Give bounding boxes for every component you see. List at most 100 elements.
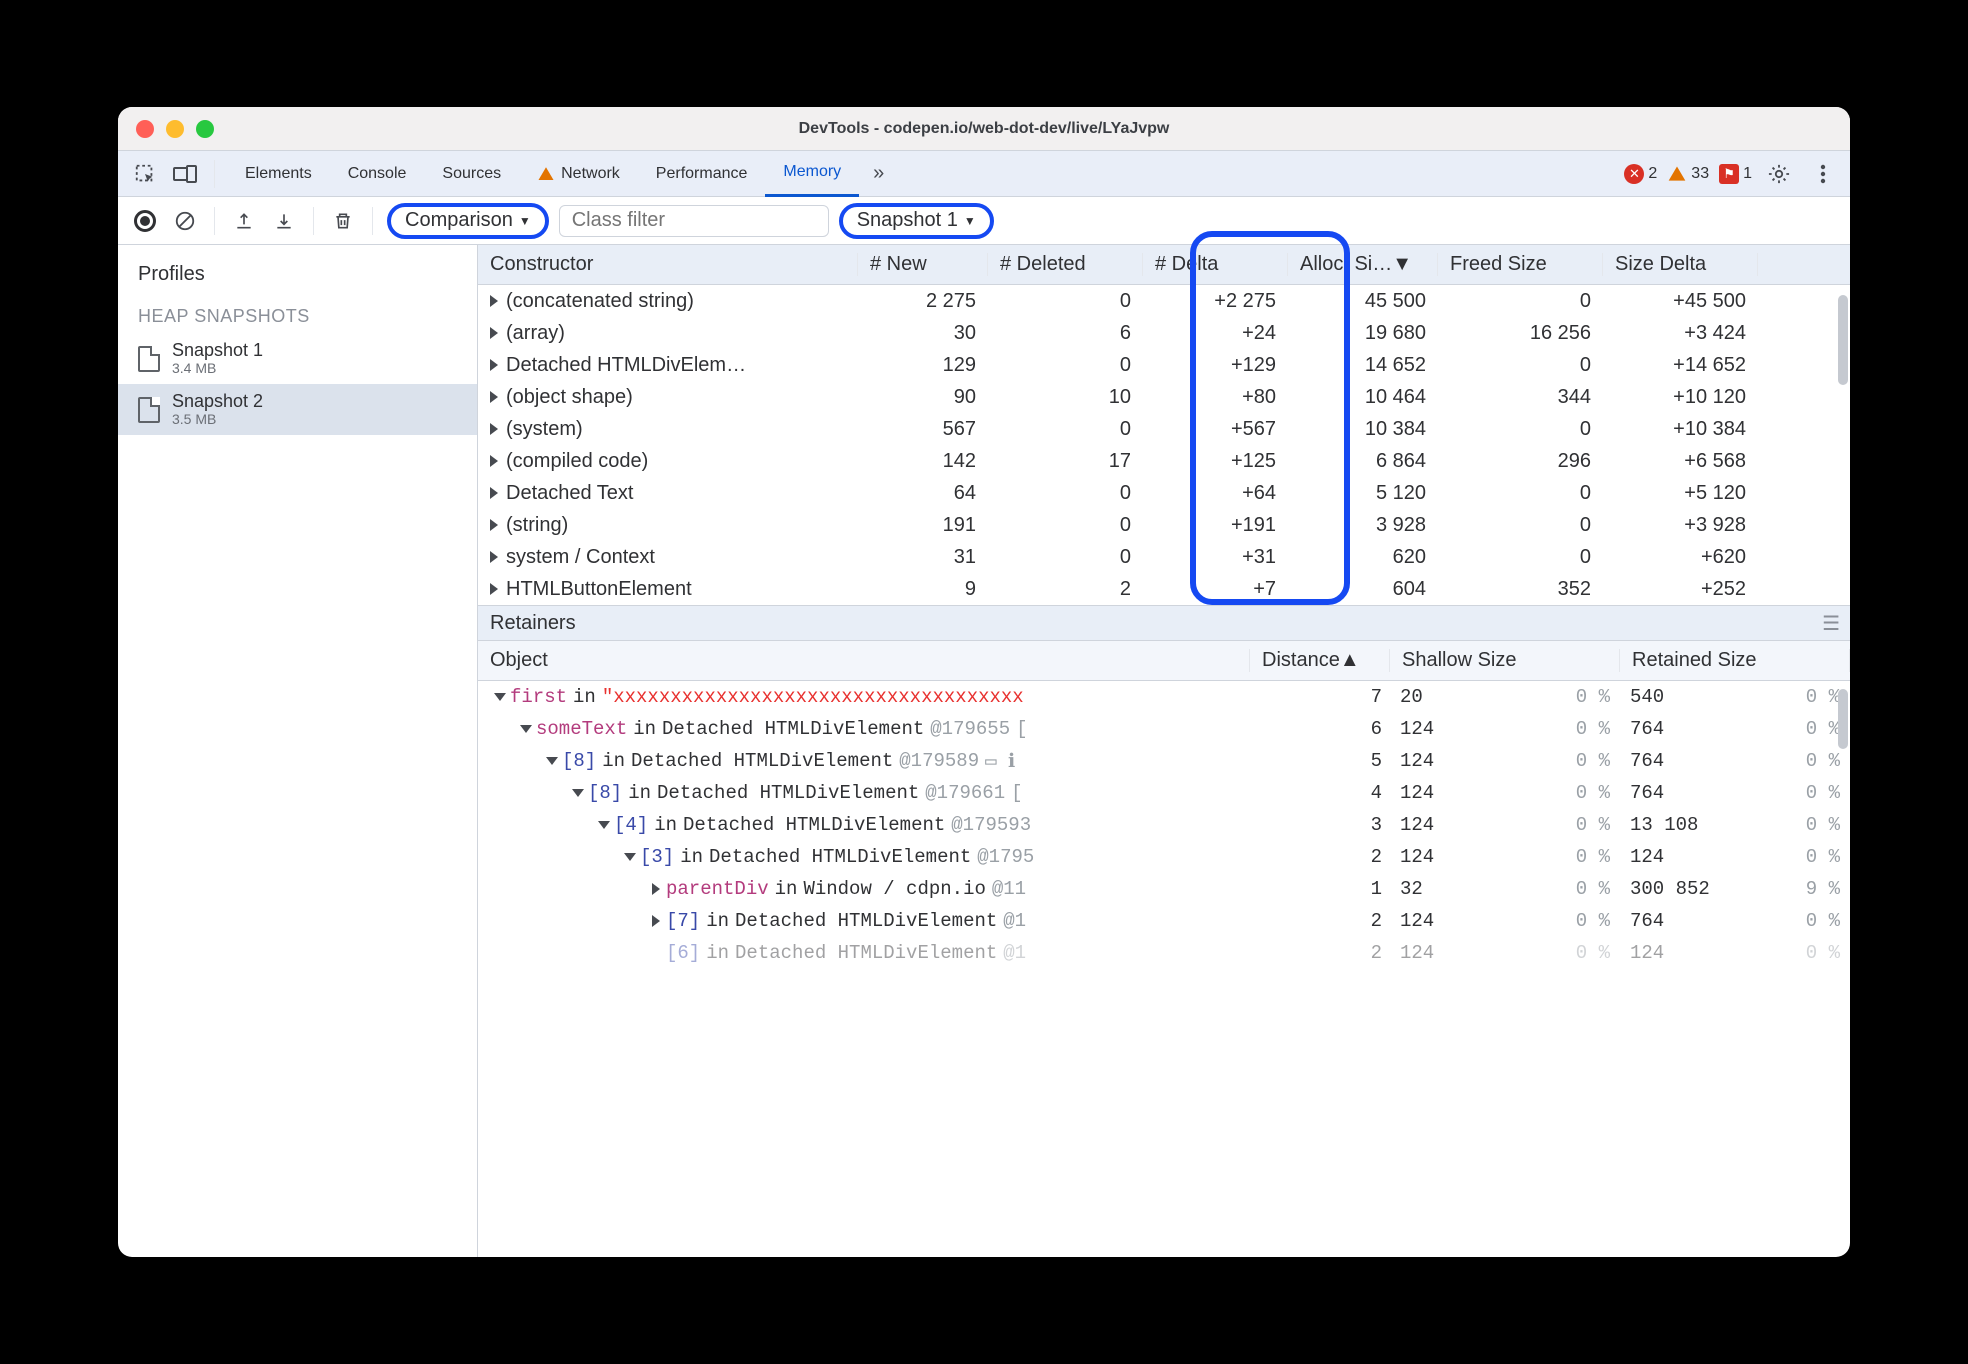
tab-network[interactable]: Network	[519, 151, 638, 197]
diff-row[interactable]: (array)306+2419 68016 256+3 424	[478, 317, 1850, 349]
settings-icon[interactable]	[1762, 157, 1796, 191]
retainers-header-row: ObjectDistance▲Shallow SizeRetained Size	[478, 641, 1850, 681]
warnings-badge[interactable]: 33	[1667, 164, 1709, 184]
devtools-tabs: ElementsConsoleSourcesNetworkPerformance…	[118, 151, 1850, 197]
diff-col-header[interactable]: # New	[858, 253, 988, 276]
hamburger-icon[interactable]: ☰	[1822, 611, 1840, 636]
retainer-row[interactable]: [7] in Detached HTMLDivElement @121240 %…	[478, 905, 1850, 937]
diff-row[interactable]: (compiled code)14217+1256 864296+6 568	[478, 445, 1850, 477]
diff-row[interactable]: (concatenated string)2 2750+2 27545 5000…	[478, 285, 1850, 317]
tab-sources[interactable]: Sources	[424, 151, 519, 197]
sidebar-title: Profiles	[118, 257, 477, 292]
retainer-row[interactable]: [3] in Detached HTMLDivElement @17952124…	[478, 841, 1850, 873]
status-area: ✕ 2 33 ⚑ 1	[1624, 157, 1840, 191]
retainer-row[interactable]: first in "xxxxxxxxxxxxxxxxxxxxxxxxxxxxxx…	[478, 681, 1850, 713]
errors-badge[interactable]: ✕ 2	[1624, 164, 1657, 184]
inspect-icon[interactable]	[128, 157, 162, 191]
retainer-row[interactable]: [8] in Detached HTMLDivElement @179661 […	[478, 777, 1850, 809]
device-toolbar-icon[interactable]	[168, 157, 202, 191]
retainers-col-header[interactable]: Distance▲	[1250, 649, 1390, 672]
sidebar-section: HEAP SNAPSHOTS	[118, 292, 477, 333]
diff-col-header[interactable]: Constructor	[478, 253, 858, 276]
diff-col-header[interactable]: Alloc. Si…▼	[1288, 253, 1438, 276]
chevron-down-icon: ▼	[519, 214, 531, 228]
expand-icon[interactable]	[490, 519, 498, 531]
retainer-row[interactable]: [8] in Detached HTMLDivElement @179589 ▭…	[478, 745, 1850, 777]
retainer-row[interactable]: [6] in Detached HTMLDivElement @121240 %…	[478, 937, 1850, 969]
tab-elements[interactable]: Elements	[227, 151, 330, 197]
expand-icon[interactable]	[490, 423, 498, 435]
record-icon[interactable]	[130, 206, 160, 236]
expand-icon[interactable]	[490, 295, 498, 307]
diff-col-header[interactable]: # Delta	[1143, 253, 1288, 276]
diff-row[interactable]: Detached HTMLDivElem…1290+12914 6520+14 …	[478, 349, 1850, 381]
expand-icon[interactable]	[490, 551, 498, 563]
expand-icon[interactable]	[652, 915, 660, 927]
class-filter-input[interactable]	[559, 205, 829, 237]
expand-icon[interactable]	[490, 583, 498, 595]
scrollbar-vertical[interactable]	[1838, 295, 1848, 385]
retainers-panel: ObjectDistance▲Shallow SizeRetained Size…	[478, 641, 1850, 1257]
issue-icon: ⚑	[1719, 164, 1739, 184]
profiles-sidebar: Profiles HEAP SNAPSHOTS Snapshot 13.4 MB…	[118, 245, 478, 1257]
devtools-window: DevTools - codepen.io/web-dot-dev/live/L…	[118, 107, 1850, 1257]
separator	[214, 207, 215, 235]
snapshot-file-icon	[138, 346, 160, 372]
retainer-row[interactable]: [4] in Detached HTMLDivElement @17959331…	[478, 809, 1850, 841]
diff-row[interactable]: HTMLButtonElement92+7604352+252	[478, 573, 1850, 605]
issues-badge[interactable]: ⚑ 1	[1719, 164, 1752, 184]
diff-col-header[interactable]: # Deleted	[988, 253, 1143, 276]
retainers-col-header[interactable]: Retained Size	[1620, 649, 1850, 672]
tab-memory[interactable]: Memory	[765, 151, 859, 197]
retainer-row[interactable]: someText in Detached HTMLDivElement @179…	[478, 713, 1850, 745]
expand-icon[interactable]	[490, 327, 498, 339]
compare-to-select[interactable]: Snapshot 1 ▼	[839, 203, 994, 239]
tab-performance[interactable]: Performance	[638, 151, 766, 197]
tab-console[interactable]: Console	[330, 151, 425, 197]
view-select[interactable]: Comparison ▼	[387, 203, 549, 239]
diff-col-header[interactable]: Size Delta	[1603, 253, 1758, 276]
collect-garbage-icon[interactable]	[328, 206, 358, 236]
expand-icon[interactable]	[624, 853, 636, 861]
diff-col-header[interactable]: Freed Size	[1438, 253, 1603, 276]
expand-icon[interactable]	[490, 359, 498, 371]
clear-icon[interactable]	[170, 206, 200, 236]
expand-icon[interactable]	[490, 455, 498, 467]
warning-icon	[537, 165, 555, 183]
titlebar: DevTools - codepen.io/web-dot-dev/live/L…	[118, 107, 1850, 151]
retainer-row[interactable]: parentDiv in Window / cdpn.io @111320 %3…	[478, 873, 1850, 905]
diff-row[interactable]: system / Context310+316200+620	[478, 541, 1850, 573]
expand-icon[interactable]	[520, 725, 532, 733]
expand-icon[interactable]	[494, 693, 506, 701]
separator	[313, 207, 314, 235]
diff-header-row: Constructor# New# Deleted# DeltaAlloc. S…	[478, 245, 1850, 285]
main-split: Profiles HEAP SNAPSHOTS Snapshot 13.4 MB…	[118, 245, 1850, 1257]
diff-row[interactable]: (object shape)9010+8010 464344+10 120	[478, 381, 1850, 413]
error-icon: ✕	[1624, 164, 1644, 184]
scrollbar-vertical[interactable]	[1838, 689, 1848, 749]
snapshot-item[interactable]: Snapshot 23.5 MB	[118, 384, 477, 435]
expand-icon[interactable]	[490, 487, 498, 499]
expand-icon[interactable]	[652, 883, 660, 895]
separator	[214, 160, 215, 188]
more-tabs-icon[interactable]: »	[865, 162, 892, 185]
expand-icon[interactable]	[546, 757, 558, 765]
retainers-col-header[interactable]: Object	[478, 649, 1250, 672]
diff-row[interactable]: Detached Text640+645 1200+5 120	[478, 477, 1850, 509]
diff-row[interactable]: (system)5670+56710 3840+10 384	[478, 413, 1850, 445]
memory-content: Constructor# New# Deleted# DeltaAlloc. S…	[478, 245, 1850, 1257]
retainers-header: Retainers ☰	[478, 605, 1850, 641]
export-icon[interactable]	[229, 206, 259, 236]
window-title: DevTools - codepen.io/web-dot-dev/live/L…	[118, 120, 1850, 138]
kebab-menu-icon[interactable]	[1806, 157, 1840, 191]
retainers-col-header[interactable]: Shallow Size	[1390, 649, 1620, 672]
expand-icon[interactable]	[572, 789, 584, 797]
expand-icon[interactable]	[490, 391, 498, 403]
import-icon[interactable]	[269, 206, 299, 236]
expand-icon[interactable]	[598, 821, 610, 829]
memory-toolbar: Comparison ▼ Snapshot 1 ▼	[118, 197, 1850, 245]
diff-table: Constructor# New# Deleted# DeltaAlloc. S…	[478, 245, 1850, 605]
snapshot-item[interactable]: Snapshot 13.4 MB	[118, 333, 477, 384]
diff-row[interactable]: (string)1910+1913 9280+3 928	[478, 509, 1850, 541]
separator	[372, 207, 373, 235]
